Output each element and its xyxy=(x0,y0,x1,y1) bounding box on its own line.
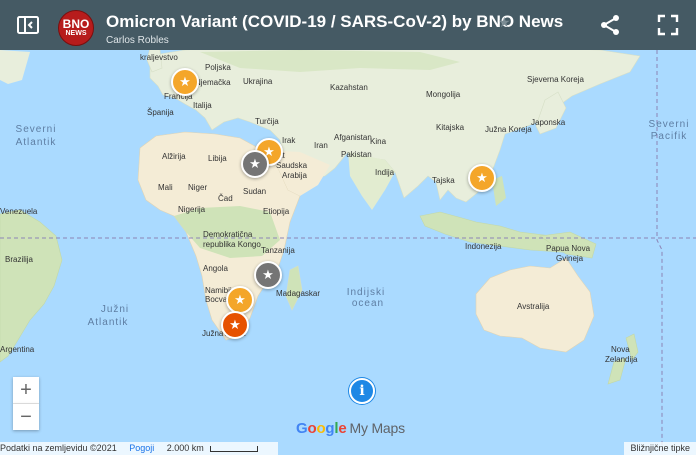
country-label: Irak xyxy=(282,136,296,145)
fullscreen-icon[interactable] xyxy=(656,13,680,37)
marker-hong-kong[interactable]: ★ xyxy=(468,164,496,192)
ocean-label: Atlantik xyxy=(16,137,57,148)
marker-mozambique[interactable]: ★ xyxy=(254,261,282,289)
marker-botswana[interactable]: ★ xyxy=(226,286,254,314)
logo-text-bno: BNO xyxy=(62,16,90,31)
country-label: Tanzanija xyxy=(261,246,295,255)
country-label: Gvineja xyxy=(556,254,584,263)
country-label: Kitajska xyxy=(436,123,465,132)
country-label: Italija xyxy=(193,101,212,110)
map-data-attribution: Podatki na zemljevidu ©2021 xyxy=(0,443,117,453)
country-label: Nova xyxy=(611,345,630,354)
country-label: republika Kongo xyxy=(203,240,261,249)
google-letter: G xyxy=(296,420,308,437)
sidebar-toggle-icon[interactable] xyxy=(16,13,40,37)
ocean-label: Severni xyxy=(16,124,57,135)
keyboard-shortcuts-link[interactable]: Bližnjične tipke xyxy=(624,442,696,455)
ocean-label: Indijski xyxy=(347,287,386,298)
scale-label: 2.000 km xyxy=(166,443,204,453)
country-label: Arabija xyxy=(282,171,307,180)
map-canvas[interactable]: kraljevstvo Poljska Njemačka Ukrajina Kazahs… xyxy=(0,0,696,455)
country-label: Indonezija xyxy=(465,242,502,251)
country-label: Nigerija xyxy=(178,205,206,214)
country-label: Venezuela xyxy=(0,207,38,216)
country-label: Niger xyxy=(188,183,207,192)
attribution-bar: Podatki na zemljevidu ©2021 Pogoji 2.000… xyxy=(0,442,278,455)
ocean-label: ocean xyxy=(352,298,384,309)
country-label: Iran xyxy=(314,141,328,150)
country-label: Poljska xyxy=(205,63,231,72)
country-label: Ukrajina xyxy=(243,77,273,86)
country-label: Indija xyxy=(375,168,395,177)
country-label: Kazahstan xyxy=(330,83,368,92)
country-label: Mali xyxy=(158,183,173,192)
country-label: Japonska xyxy=(531,118,566,127)
map-title: Omicron Variant (COVID-19 / SARS-CoV-2) … xyxy=(106,12,564,31)
star-icon[interactable]: ★ xyxy=(498,14,511,31)
share-icon[interactable] xyxy=(598,13,622,37)
bno-news-logo: BNO NEWS xyxy=(58,10,94,46)
country-label: Južna Koreja xyxy=(485,125,532,134)
google-my-maps-logo: Google My Maps xyxy=(296,420,405,437)
my-maps-wordmark: My Maps xyxy=(349,420,406,436)
country-label: Libija xyxy=(208,154,227,163)
country-label: Mongolija xyxy=(426,90,461,99)
country-label: Sudan xyxy=(243,187,266,196)
marker-south-africa[interactable]: ★ xyxy=(221,311,249,339)
ocean-label: Severni xyxy=(649,119,690,130)
google-letter: e xyxy=(338,420,347,437)
info-icon[interactable]: i xyxy=(349,378,375,404)
country-label: Afganistan xyxy=(334,133,372,142)
ocean-label: Atlantik xyxy=(88,317,129,328)
country-label: Kina xyxy=(370,137,387,146)
marker-egypt[interactable]: ★ xyxy=(241,150,269,178)
zoom-in-button[interactable]: + xyxy=(13,377,39,404)
ocean-label: Južni xyxy=(101,304,129,315)
country-label: Papua Nova xyxy=(546,244,591,253)
country-label: kraljevstvo xyxy=(140,53,178,62)
country-label: Argentina xyxy=(0,345,35,354)
terms-link[interactable]: Pogoji xyxy=(129,443,154,453)
country-label: Demokratična xyxy=(203,230,253,239)
country-label: Sjeverna Koreja xyxy=(527,75,584,84)
zoom-out-button[interactable]: − xyxy=(13,404,39,430)
country-label: Avstralija xyxy=(517,302,550,311)
country-label: Alžirija xyxy=(162,152,186,161)
ocean-label: Pacifik xyxy=(651,131,687,142)
country-label: Tajska xyxy=(432,176,455,185)
logo-text-news: NEWS xyxy=(65,29,87,37)
map-header: BNO NEWS Omicron Variant (COVID-19 / SAR… xyxy=(0,0,696,50)
country-label: Turčija xyxy=(255,117,279,126)
country-label: Angola xyxy=(203,264,228,273)
marker-uk[interactable]: ★ xyxy=(171,68,199,96)
map-author[interactable]: Carlos Robles xyxy=(106,35,169,46)
country-label: Pakistan xyxy=(341,150,372,159)
country-label: Španija xyxy=(147,108,174,117)
country-label: Etiopija xyxy=(263,207,290,216)
country-label: Saudska xyxy=(276,161,308,170)
country-label: Brazilija xyxy=(5,255,34,264)
country-label: Zelandija xyxy=(605,355,638,364)
country-label: Madagaskar xyxy=(276,289,320,298)
scale-bar xyxy=(210,445,259,452)
google-wordmark: Google xyxy=(296,420,347,437)
country-label: Njemačka xyxy=(195,78,231,87)
country-label: Čad xyxy=(218,194,233,203)
